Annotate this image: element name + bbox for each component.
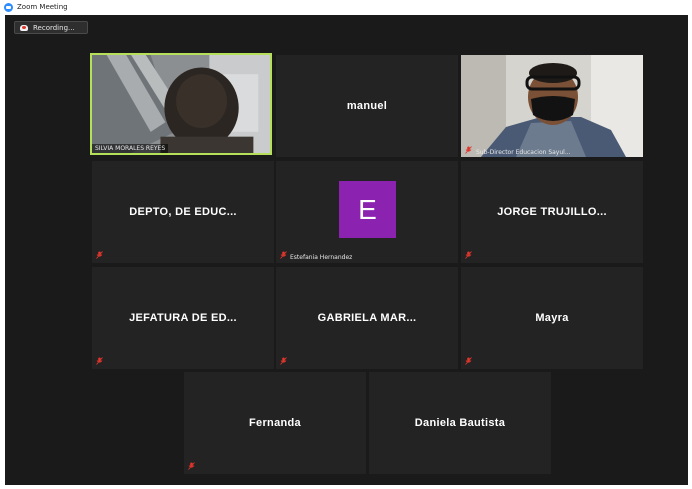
participant-avatar: E	[339, 181, 396, 238]
window-title: Zoom Meeting	[17, 3, 68, 11]
cloud-record-icon	[20, 24, 28, 31]
participant-name: Mayra	[535, 312, 569, 324]
participant-tile-fernanda[interactable]: Fernanda	[184, 372, 366, 474]
participant-name-label: Estefania Hernandez	[290, 254, 353, 261]
participant-video	[461, 55, 643, 157]
participant-tile-jefatura-de-ed[interactable]: JEFATURA DE ED...	[92, 267, 274, 369]
muted-mic-icon	[96, 251, 103, 259]
participant-name: Daniela Bautista	[414, 417, 506, 429]
muted-mic-icon	[280, 357, 287, 365]
participant-tile-sub-director[interactable]: Sub-Director Educacion Sayul...	[461, 55, 643, 157]
zoom-logo-icon	[4, 2, 13, 12]
participant-tile-mayra[interactable]: Mayra	[461, 267, 643, 369]
recording-label: Recording...	[33, 23, 75, 32]
recording-indicator[interactable]: Recording...	[14, 21, 88, 34]
muted-mic-icon	[280, 251, 287, 259]
participant-name: DEPTO, DE EDUC...	[129, 206, 237, 218]
muted-mic-icon	[465, 146, 472, 154]
muted-mic-icon	[465, 357, 472, 365]
participant-name-label: Sub-Director Educacion Sayul...	[476, 149, 571, 156]
window-bottom-edge	[0, 485, 692, 489]
muted-mic-icon	[188, 462, 195, 470]
participant-video	[92, 55, 270, 153]
muted-mic-icon	[465, 251, 472, 259]
participant-tile-daniela-bautista[interactable]: Daniela Bautista	[369, 372, 551, 474]
participant-tile-depto-de-educ[interactable]: DEPTO, DE EDUC...	[92, 161, 274, 263]
participant-name: GABRIELA MAR...	[317, 312, 417, 324]
participant-name: JORGE TRUJILLO...	[497, 206, 607, 218]
participant-tile-jorge-trujillo[interactable]: JORGE TRUJILLO...	[461, 161, 643, 263]
participant-name: JEFATURA DE ED...	[129, 312, 237, 324]
participant-tile-silvia-morales-reyes[interactable]: SILVIA MORALES REYES	[90, 53, 272, 155]
participant-tile-manuel[interactable]: manuel	[276, 55, 458, 157]
muted-mic-icon	[96, 357, 103, 365]
window-titlebar: Zoom Meeting	[0, 0, 692, 14]
participant-name-label: SILVIA MORALES REYES	[92, 144, 169, 153]
participant-name: manuel	[346, 100, 388, 112]
participant-name: Fernanda	[249, 417, 301, 429]
participant-tile-gabriela-mar[interactable]: GABRIELA MAR...	[276, 267, 458, 369]
meeting-gallery-view: Recording... SILVIA MORALES REYES manuel	[5, 15, 688, 485]
participant-tile-estefania-hernandez[interactable]: E Estefania Hernandez	[276, 161, 458, 263]
